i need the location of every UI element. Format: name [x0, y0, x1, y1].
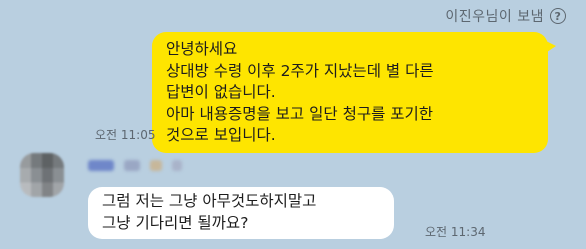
avatar[interactable]: [20, 153, 64, 197]
sender-name-blurred: [88, 155, 198, 175]
message-timestamp: 오전 11:34: [425, 225, 486, 239]
my-message-bubble[interactable]: 안녕하세요 상대방 수령 이후 2주가 지났는데 별 다른 답변이 없습니다. …: [152, 32, 556, 153]
sender-label: 이진우님이 보냄: [445, 9, 544, 25]
message-line: 아마 내용증명을 보고 일단 청구를 포기한: [166, 104, 434, 123]
message-line: 그냥 기다리면 될까요?: [102, 213, 249, 232]
message-line: 답변이 없습니다.: [166, 83, 276, 101]
message-line: 안녕하세요: [166, 40, 238, 58]
help-icon[interactable]: ?: [550, 8, 566, 24]
sender-header: 이진우님이 보냄 ?: [445, 6, 566, 26]
message-line: 상대방 수령 이후 2주가 지났는데 별 다른: [166, 61, 434, 80]
their-message-bubble[interactable]: 그럼 저는 그냥 아무것도하지말고 그냥 기다리면 될까요?: [88, 187, 394, 239]
message-timestamp: 오전 11:05: [95, 128, 156, 142]
message-line: 그럼 저는 그냥 아무것도하지말고: [102, 192, 317, 210]
message-line: 것으로 보입니다.: [166, 126, 276, 144]
